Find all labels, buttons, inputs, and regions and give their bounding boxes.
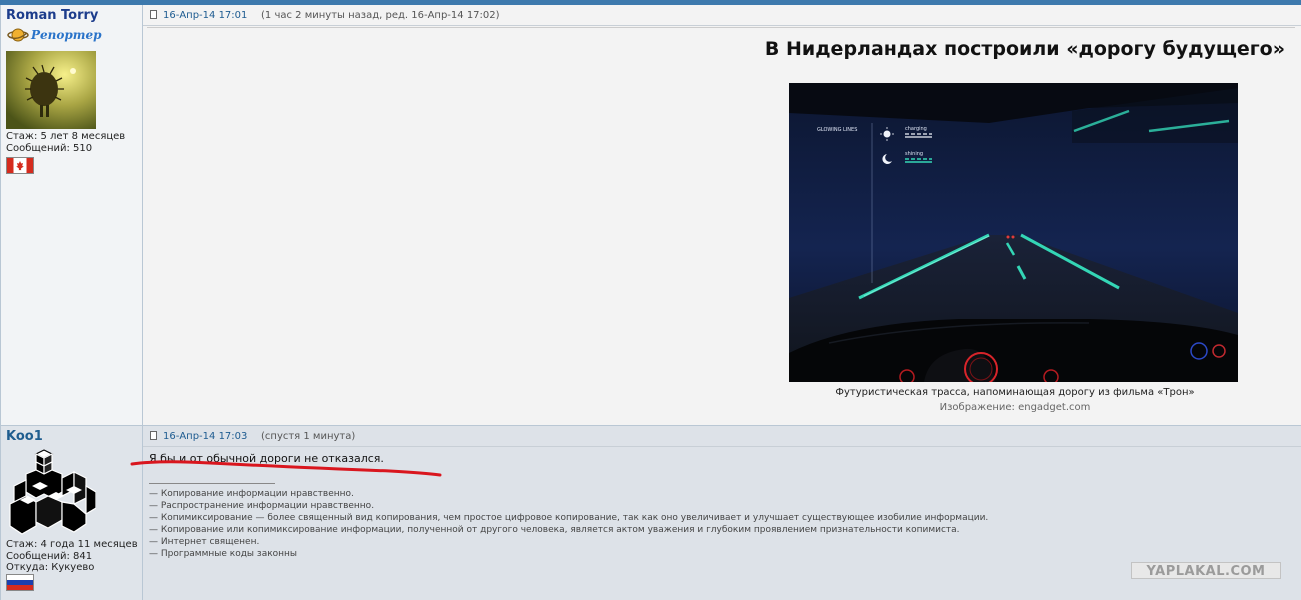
- signature-line: — Распространение информации нравственно…: [149, 501, 375, 511]
- legend-title: GLOWING LINES: [817, 127, 857, 133]
- user-post-count: Сообщений: 841: [6, 550, 93, 562]
- signature: — Копирование информации нравственно. — …: [149, 488, 988, 560]
- user-tenure: Стаж: 5 лет 8 месяцев: [6, 131, 126, 142]
- user-tenure: Стаж: 4 года 11 месяцев: [6, 539, 138, 550]
- legend-shining: shining: [905, 151, 923, 157]
- article-image[interactable]: GLOWING LINES charging shining: [789, 83, 1238, 382]
- post-time-meta: (спустя 1 минута): [261, 431, 356, 442]
- legend-charging: charging: [905, 126, 927, 132]
- russia-flag-icon: [6, 574, 34, 591]
- rank-label: Репортер: [31, 28, 102, 42]
- signature-line: — Программные коды законны: [149, 549, 298, 559]
- user-stats: Стаж: 5 лет 8 месяцев Сообщений: 510: [6, 131, 125, 154]
- signature-line: — Копирование или копимиксирование инфор…: [149, 525, 960, 535]
- username-link[interactable]: Koo1: [6, 429, 43, 444]
- signature-line: — Копирование информации нравственно.: [149, 489, 354, 499]
- reporter-badge: Репортер: [7, 26, 102, 46]
- image-caption: Футуристическая трасса, напоминающая дор…: [835, 387, 1195, 398]
- post-header: 16-Апр-14 17:03 (спустя 1 минута): [143, 425, 1301, 447]
- post-date-link[interactable]: 16-Апр-14 17:03: [163, 431, 247, 442]
- avatar[interactable]: [6, 446, 97, 536]
- signature-line: — Интернет священен.: [149, 537, 260, 547]
- title-separator: [147, 27, 1295, 28]
- planet-icon: [7, 28, 29, 42]
- post-date-link[interactable]: 16-Апр-14 17:01: [163, 10, 247, 21]
- user-location: Откуда: Кукуево: [6, 562, 95, 573]
- user-panel: Roman Torry Репортер Стаж: 5 лет 8 месяц…: [0, 5, 143, 425]
- post-title: В Нидерландах построили «дорогу будущего…: [764, 38, 1285, 60]
- red-underline-annotation: [130, 460, 442, 477]
- avatar[interactable]: [6, 51, 96, 129]
- post-header: 16-Апр-14 17:01 (1 час 2 минуты назад, р…: [143, 5, 1301, 26]
- signature-separator: [149, 483, 275, 484]
- image-credit: Изображение: engadget.com: [939, 402, 1091, 413]
- post-link-icon[interactable]: [150, 10, 157, 19]
- post-link-icon[interactable]: [150, 431, 157, 440]
- username-link[interactable]: Roman Torry: [6, 8, 98, 23]
- signature-line: — Копимиксирование — более священный вид…: [149, 513, 989, 523]
- user-post-count: Сообщений: 510: [6, 142, 93, 154]
- site-watermark: YAPLAKAL.COM: [1131, 562, 1281, 579]
- canada-flag-icon: [6, 157, 34, 174]
- user-stats: Стаж: 4 года 11 месяцев Сообщений: 841 О…: [6, 539, 138, 574]
- post-edit-meta: (1 час 2 минуты назад, ред. 16-Апр-14 17…: [261, 10, 500, 21]
- user-panel: Koo1 Стаж: 4 года 11 месяцев Сообщений: …: [0, 425, 143, 600]
